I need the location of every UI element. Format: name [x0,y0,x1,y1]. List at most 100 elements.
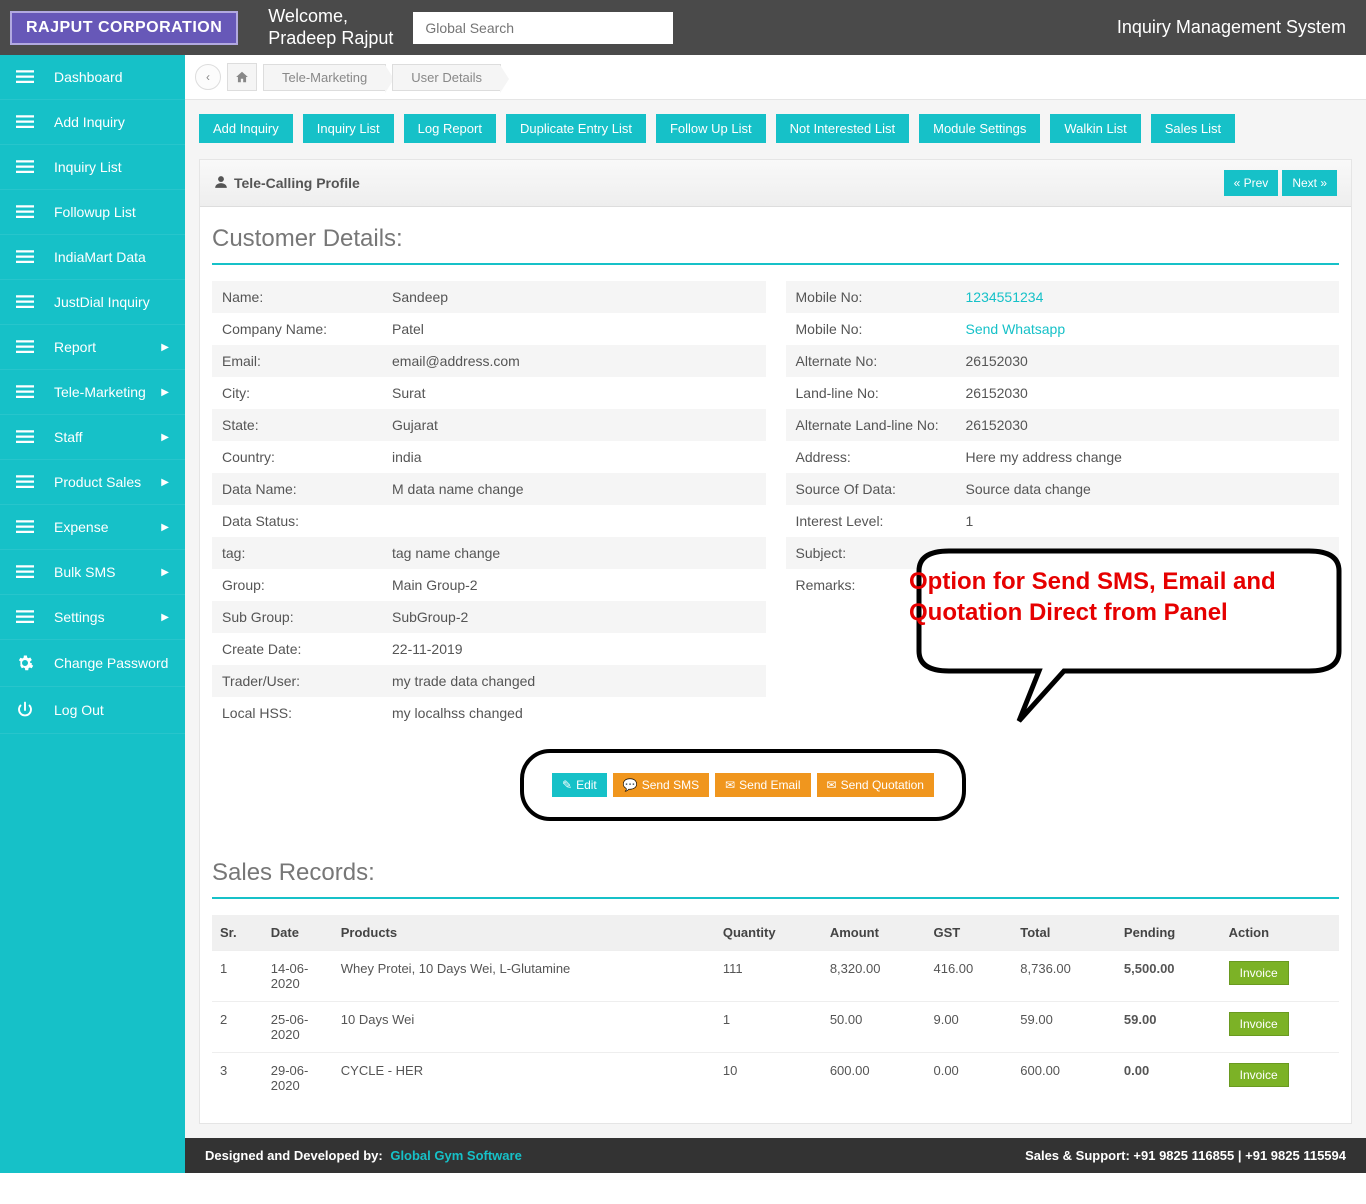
action-button-log-report[interactable]: Log Report [404,114,496,143]
detail-label: Alternate Land-line No: [796,417,966,433]
sidebar-item-expense[interactable]: Expense▶ [0,505,185,550]
action-button-walkin-list[interactable]: Walkin List [1050,114,1140,143]
cell-date: 25-06-2020 [263,1002,333,1053]
table-header: Amount [822,915,926,951]
detail-value: Here my address change [966,449,1330,465]
breadcrumb-home-icon[interactable] [227,63,257,91]
action-button-add-inquiry[interactable]: Add Inquiry [199,114,293,143]
invoice-button[interactable]: Invoice [1229,1012,1289,1036]
detail-label: Country: [222,449,392,465]
action-button-sales-list[interactable]: Sales List [1151,114,1235,143]
detail-link[interactable]: Send Whatsapp [966,321,1066,337]
detail-row: Trader/User:my trade data changed [212,665,766,697]
sidebar-item-settings[interactable]: Settings▶ [0,595,185,640]
detail-row: Alternate No:26152030 [786,345,1340,377]
divider [212,263,1339,265]
customer-right-col: Mobile No:1234551234 Mobile No:Send Whats… [786,281,1340,729]
detail-row: tag:tag name change [212,537,766,569]
detail-label: City: [222,385,392,401]
prev-button[interactable]: « Prev [1224,170,1279,196]
chevron-right-icon: ▶ [161,387,169,398]
detail-row: Data Status: [212,505,766,537]
sidebar-item-justdial-inquiry[interactable]: JustDial Inquiry [0,280,185,325]
divider [212,897,1339,899]
action-button-follow-up-list[interactable]: Follow Up List [656,114,766,143]
cell-total: 8,736.00 [1012,951,1116,1002]
detail-row: Land-line No:26152030 [786,377,1340,409]
list-icon [16,340,36,354]
detail-link[interactable]: 1234551234 [966,289,1044,305]
envelope-icon: ✉ [725,778,735,792]
sidebar-item-bulk-sms[interactable]: Bulk SMS▶ [0,550,185,595]
sidebar-item-inquiry-list[interactable]: Inquiry List [0,145,185,190]
sidebar-item-followup-list[interactable]: Followup List [0,190,185,235]
sidebar-item-indiamart-data[interactable]: IndiaMart Data [0,235,185,280]
detail-row: Mobile No:Send Whatsapp [786,313,1340,345]
list-icon [16,610,36,624]
table-header: Total [1012,915,1116,951]
sidebar-item-add-inquiry[interactable]: Add Inquiry [0,100,185,145]
detail-row: Local HSS:my localhss changed [212,697,766,729]
detail-label: Company Name: [222,321,392,337]
chevron-right-icon: ▶ [161,342,169,353]
invoice-button[interactable]: Invoice [1229,1063,1289,1087]
quotation-label: Send Quotation [841,778,924,792]
sidebar-item-report[interactable]: Report▶ [0,325,185,370]
detail-label: tag: [222,545,392,561]
send-sms-button[interactable]: 💬Send SMS [613,773,709,797]
breadcrumb-item-1[interactable]: Tele-Marketing [263,64,386,91]
invoice-button[interactable]: Invoice [1229,961,1289,985]
table-header: Action [1221,915,1339,951]
detail-label: Name: [222,289,392,305]
breadcrumb-item-2[interactable]: User Details [392,64,501,91]
cell-gst: 0.00 [925,1053,1012,1104]
sidebar-item-label: Settings [54,609,105,625]
developed-by-link[interactable]: Global Gym Software [390,1148,521,1163]
global-search-input[interactable] [413,12,673,44]
sidebar-item-dashboard[interactable]: Dashboard [0,55,185,100]
next-button[interactable]: Next » [1282,170,1337,196]
list-icon [16,475,36,489]
edit-button[interactable]: ✎Edit [552,773,607,797]
envelope-icon: ✉ [827,778,837,792]
sales-records-heading: Sales Records: [200,841,1351,897]
detail-value: Gujarat [392,417,756,433]
send-quotation-button[interactable]: ✉ Send Quotation [817,773,934,797]
detail-value: tag name change [392,545,756,561]
sidebar-item-tele-marketing[interactable]: Tele-Marketing▶ [0,370,185,415]
cell-pending: 5,500.00 [1116,951,1221,1002]
send-email-button[interactable]: ✉ Send Email [715,773,810,797]
sidebar-item-change-password[interactable]: Change Password [0,640,185,687]
detail-value [392,513,756,529]
sidebar-item-log-out[interactable]: Log Out [0,687,185,734]
cell-products: 10 Days Wei [333,1002,715,1053]
list-icon [16,295,36,309]
profile-panel: Tele-Calling Profile « Prev Next » Custo… [199,159,1352,1124]
sidebar-toggle-button[interactable]: ‹ [195,64,221,90]
detail-label: Mobile No: [796,321,966,337]
cell-pending: 0.00 [1116,1053,1221,1104]
detail-value: Send Whatsapp [966,321,1330,337]
action-button-not-interested-list[interactable]: Not Interested List [776,114,910,143]
email-label: Send Email [739,778,800,792]
detail-value: Sandeep [392,289,756,305]
pencil-icon: ✎ [562,778,572,792]
sidebar-item-label: Dashboard [54,69,123,85]
detail-value: Source data change [966,481,1330,497]
action-button-duplicate-entry-list[interactable]: Duplicate Entry List [506,114,646,143]
detail-row: State:Gujarat [212,409,766,441]
sidebar-item-staff[interactable]: Staff▶ [0,415,185,460]
table-header: Sr. [212,915,263,951]
cell-amount: 600.00 [822,1053,926,1104]
action-button-inquiry-list[interactable]: Inquiry List [303,114,394,143]
detail-value: email@address.com [392,353,756,369]
support-text: Sales & Support: +91 9825 116855 | +91 9… [1025,1148,1346,1163]
detail-row: Source Of Data:Source data change [786,473,1340,505]
sidebar-item-product-sales[interactable]: Product Sales▶ [0,460,185,505]
list-icon [16,565,36,579]
cell-action: Invoice [1221,1002,1339,1053]
developed-by-label: Designed and Developed by: [205,1148,383,1163]
action-button-module-settings[interactable]: Module Settings [919,114,1040,143]
list-icon [16,654,36,672]
list-icon [16,701,36,719]
